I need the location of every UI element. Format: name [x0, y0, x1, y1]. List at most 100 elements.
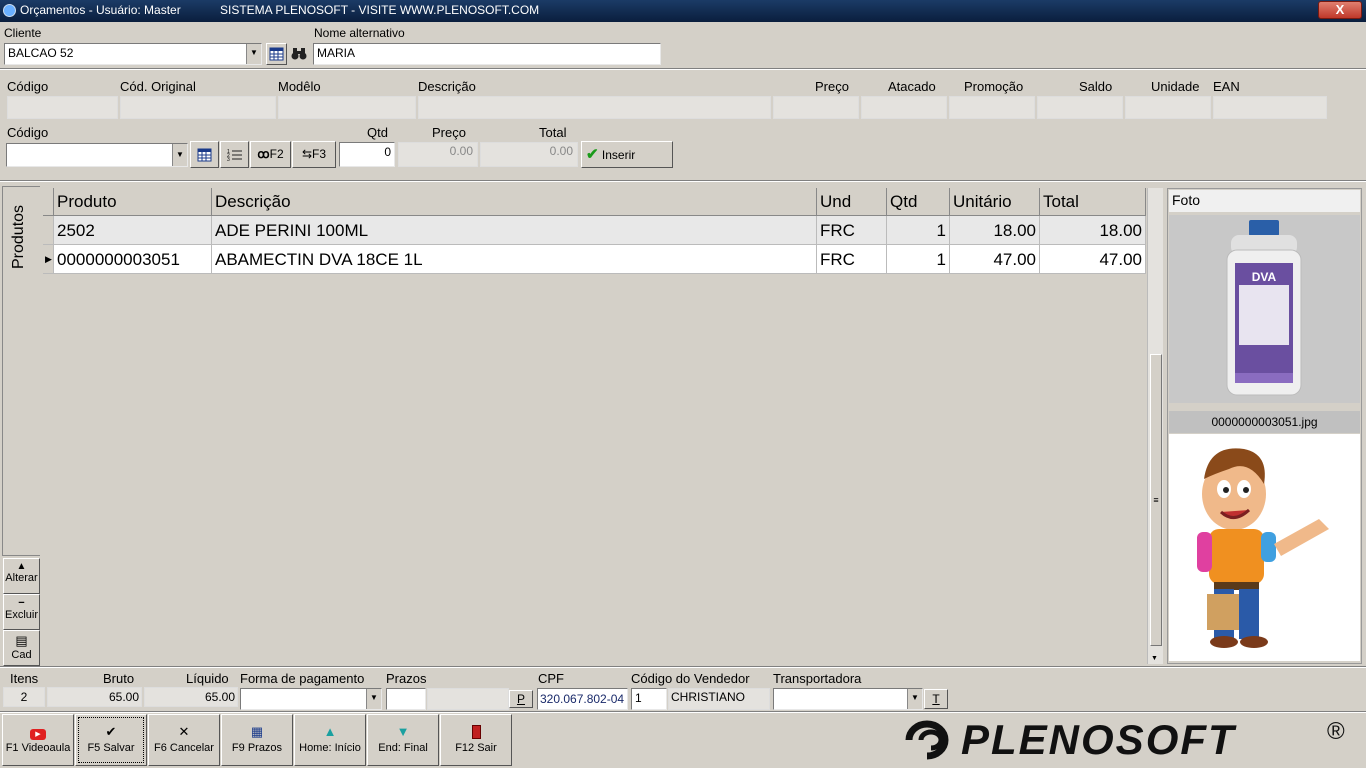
client-combo[interactable]: BALCAO 52 ▼ — [4, 43, 262, 65]
alt-name-input[interactable]: MARIA — [313, 43, 661, 65]
col-total[interactable]: Total — [1040, 188, 1146, 216]
side-tab[interactable]: Produtos — [2, 186, 40, 556]
excluir-button[interactable]: − Excluir — [3, 594, 40, 630]
photo-panel: Foto DVA 0000000003051.jpg — [1167, 188, 1362, 664]
info-preco-label: Preço — [815, 79, 849, 94]
search-f2-button[interactable]: ꝏF2 — [250, 141, 291, 168]
up-arrow-icon: ▲ — [16, 561, 27, 572]
alterar-label: Alterar — [5, 572, 38, 584]
row-indicator-header — [43, 188, 54, 216]
cell-und: FRC — [817, 216, 887, 245]
inicio-button[interactable]: ▲ Home: Início — [294, 714, 366, 766]
scroll-down-icon[interactable]: ▼ — [1151, 655, 1158, 662]
cell-und: FRC — [817, 245, 887, 274]
vendedor-code-input[interactable]: 1 — [631, 688, 667, 710]
prazos-input[interactable] — [386, 688, 426, 710]
prazos-p-button[interactable]: P — [509, 690, 533, 708]
cell-descricao: ADE PERINI 100ML — [212, 216, 817, 245]
swap-f3-button[interactable]: ⇆F3 — [292, 141, 336, 168]
inserir-button[interactable]: ✔ Inserir — [581, 141, 673, 168]
grid-icon — [197, 148, 212, 162]
current-row-icon: ▶ — [43, 245, 54, 274]
close-icon: ✕ — [178, 724, 190, 739]
info-promocao-label: Promoção — [964, 79, 1024, 94]
transportadora-t-button[interactable]: T — [924, 689, 948, 709]
entry-list-button[interactable]: 123 — [220, 141, 249, 168]
product-photo: DVA — [1169, 215, 1360, 403]
cell-descricao: ABAMECTIN DVA 18CE 1L — [212, 245, 817, 274]
col-und[interactable]: Und — [817, 188, 887, 216]
cpf-label: CPF — [538, 671, 564, 686]
videoaula-button[interactable]: ▶ F1 Videoaula — [2, 714, 74, 766]
entry-codigo-combo[interactable]: ▼ — [6, 143, 188, 167]
cell-qtd: 1 — [887, 216, 950, 245]
cancelar-button[interactable]: ✕ F6 Cancelar — [148, 714, 220, 766]
sair-label: F12 Sair — [455, 742, 497, 754]
grid-scrollbar[interactable]: ≡ ▼ — [1147, 188, 1163, 664]
form-icon: ▤ — [15, 633, 28, 648]
cad-button[interactable]: ▤ Cad — [3, 630, 40, 666]
prazos-desc — [427, 688, 509, 710]
entry-grid-button[interactable] — [190, 141, 219, 168]
total-label: Total — [539, 125, 567, 140]
salvar-label: F5 Salvar — [87, 742, 135, 754]
entry-codigo-label: Código — [7, 125, 49, 140]
inserir-label: Inserir — [601, 148, 636, 162]
itens-value: 2 — [3, 687, 45, 707]
minus-icon: − — [18, 597, 25, 609]
info-cod-original-value — [120, 96, 276, 119]
f3-label: F3 — [312, 147, 327, 161]
scrollbar-thumb[interactable]: ≡ — [1150, 354, 1162, 646]
salvar-button[interactable]: ✔ F5 Salvar — [75, 714, 147, 766]
separator — [0, 666, 1366, 668]
info-saldo-label: Saldo — [1079, 79, 1113, 94]
info-codigo-label: Código — [7, 79, 49, 94]
vendedor-name: CHRISTIANO — [668, 688, 770, 710]
window-subtitle: SISTEMA PLENOSOFT - VISITE WWW.PLENOSOFT… — [220, 3, 540, 17]
close-button[interactable]: X — [1318, 1, 1362, 19]
final-button[interactable]: ▼ End: Final — [367, 714, 439, 766]
chevron-down-icon[interactable]: ▼ — [172, 144, 187, 166]
cpf-input[interactable]: 320.067.802-04 — [537, 688, 628, 710]
client-label: Cliente — [4, 26, 42, 40]
check-icon: ✔ — [105, 724, 117, 739]
alt-name-label: Nome alternativo — [314, 26, 405, 40]
cancelar-label: F6 Cancelar — [154, 742, 214, 754]
binoculars-icon: ꝏ — [257, 147, 270, 161]
info-preco-value — [773, 96, 859, 119]
app-icon — [3, 4, 16, 17]
transportadora-combo[interactable]: ▼ — [773, 688, 923, 710]
col-produto[interactable]: Produto — [54, 188, 212, 216]
alterar-button[interactable]: ▲ Alterar — [3, 558, 40, 594]
col-qtd[interactable]: Qtd — [887, 188, 950, 216]
client-search-button[interactable] — [288, 43, 309, 65]
chevron-down-icon[interactable]: ▼ — [366, 689, 381, 709]
bruto-label: Bruto — [103, 671, 135, 686]
col-unitario[interactable]: Unitário — [950, 188, 1040, 216]
info-codigo-value — [7, 96, 118, 119]
qtd-label: Qtd — [367, 125, 388, 140]
cad-label: Cad — [11, 649, 32, 661]
qtd-input[interactable]: 0 — [339, 142, 395, 167]
down-arrow-icon: ▼ — [396, 724, 410, 739]
calendar-icon: ▦ — [250, 724, 264, 739]
plenosoft-logo: PLENOSOFT ® — [903, 716, 1363, 766]
chevron-down-icon[interactable]: ▼ — [907, 689, 922, 709]
info-ean-label: EAN — [1213, 79, 1240, 94]
prazos-button[interactable]: ▦ F9 Prazos — [221, 714, 293, 766]
sair-button[interactable]: F12 Sair — [440, 714, 512, 766]
svg-text:3: 3 — [227, 157, 230, 162]
liquido-value: 65.00 — [144, 687, 238, 707]
window-title: Orçamentos - Usuário: Master — [20, 3, 181, 17]
mascot-icon — [1197, 448, 1329, 648]
prazos-label: Prazos — [386, 671, 427, 686]
photo-brand: DVA — [1252, 270, 1277, 284]
chevron-down-icon[interactable]: ▼ — [246, 44, 261, 64]
products-grid[interactable]: Produto Descrição Und Qtd Unitário Total… — [43, 188, 1146, 664]
grid-icon — [269, 47, 284, 61]
client-calendar-button[interactable] — [266, 43, 287, 65]
col-descricao[interactable]: Descrição — [212, 188, 817, 216]
videoaula-label: F1 Videoaula — [5, 742, 71, 754]
forma-pagamento-combo[interactable]: ▼ — [240, 688, 382, 710]
cell-unitario: 47.00 — [950, 245, 1040, 274]
